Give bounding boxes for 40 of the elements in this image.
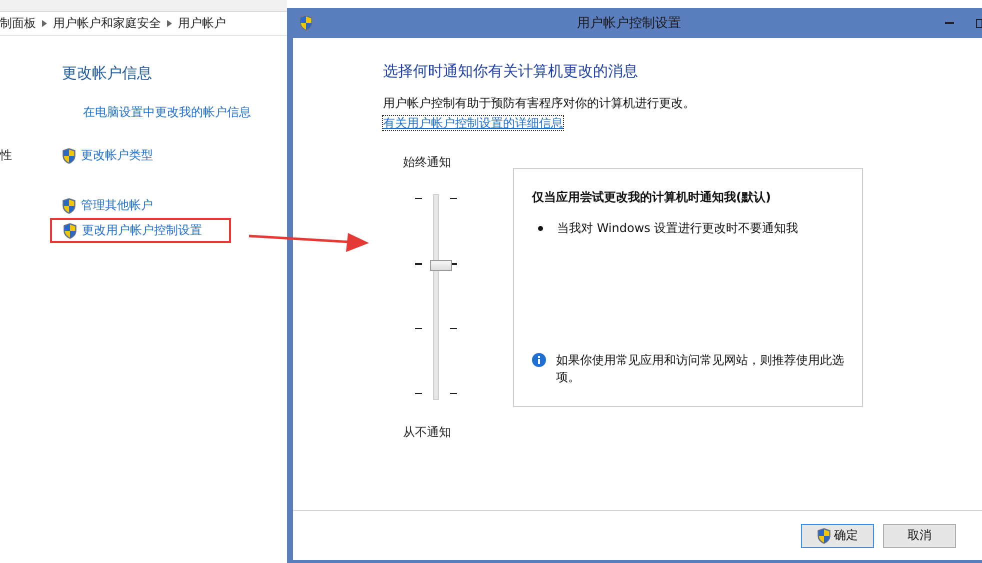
tick-mark-icon <box>415 393 422 395</box>
tick-mark-icon <box>415 263 422 265</box>
tick-mark-icon <box>450 393 457 395</box>
account-link[interactable]: 更改帐户类型 <box>62 143 153 168</box>
bullet-text: 当我对 Windows 设置进行更改时不要通知我 <box>557 220 798 237</box>
tick-mark-icon <box>415 198 422 200</box>
section-heading: 更改帐户信息 <box>62 64 153 83</box>
breadcrumb-item[interactable]: 用户帐户和家庭安全 <box>53 15 161 32</box>
tick-mark-icon <box>415 328 422 330</box>
tick-mark-icon <box>450 198 457 200</box>
bullet-icon <box>538 226 543 231</box>
shield-icon <box>63 222 77 238</box>
details-link[interactable]: 有关用户帐户控制设置的详细信息 <box>383 116 563 130</box>
notification-slider[interactable] <box>415 194 457 400</box>
card-title: 仅当应用尝试更改我的计算机时通知我(默认) <box>532 189 772 206</box>
maximize-icon[interactable] <box>976 18 982 28</box>
breadcrumb-item[interactable]: 制面板 <box>0 15 36 32</box>
dialog-button[interactable]: 取消 <box>883 524 956 548</box>
shield-icon <box>62 148 76 164</box>
window-title: 用户帐户控制设置 <box>576 15 682 32</box>
minimize-icon[interactable] <box>945 22 954 24</box>
chevron-icon <box>167 20 172 27</box>
info-icon <box>532 353 546 367</box>
side-text: 性 <box>0 147 13 164</box>
slider-thumb[interactable] <box>430 260 452 271</box>
account-link[interactable]: 管理其他帐户 <box>62 193 153 218</box>
tick-mark-icon <box>450 328 457 330</box>
shield-icon <box>299 15 313 31</box>
dialog-button[interactable]: 确定 <box>801 524 874 548</box>
pc-settings-link[interactable]: 在电脑设置中更改我的帐户信息 <box>83 104 287 121</box>
account-link[interactable]: 更改用户帐户控制设置 <box>50 218 231 243</box>
dialog-heading: 选择何时通知你有关计算机更改的消息 <box>383 62 639 81</box>
shield-icon <box>62 198 76 214</box>
chevron-icon <box>42 20 47 27</box>
breadcrumb-item[interactable]: 用户帐户 <box>178 15 226 32</box>
slider-top-label: 始终通知 <box>403 154 452 171</box>
note-text: 如果你使用常见应用和访问常见网站，则推荐使用此选项。 <box>556 352 844 386</box>
slider-bottom-label: 从不通知 <box>403 424 452 441</box>
description-text: 用户帐户控制有助于预防有害程序对你的计算机进行更改。 <box>383 95 696 112</box>
shield-icon <box>817 528 831 544</box>
